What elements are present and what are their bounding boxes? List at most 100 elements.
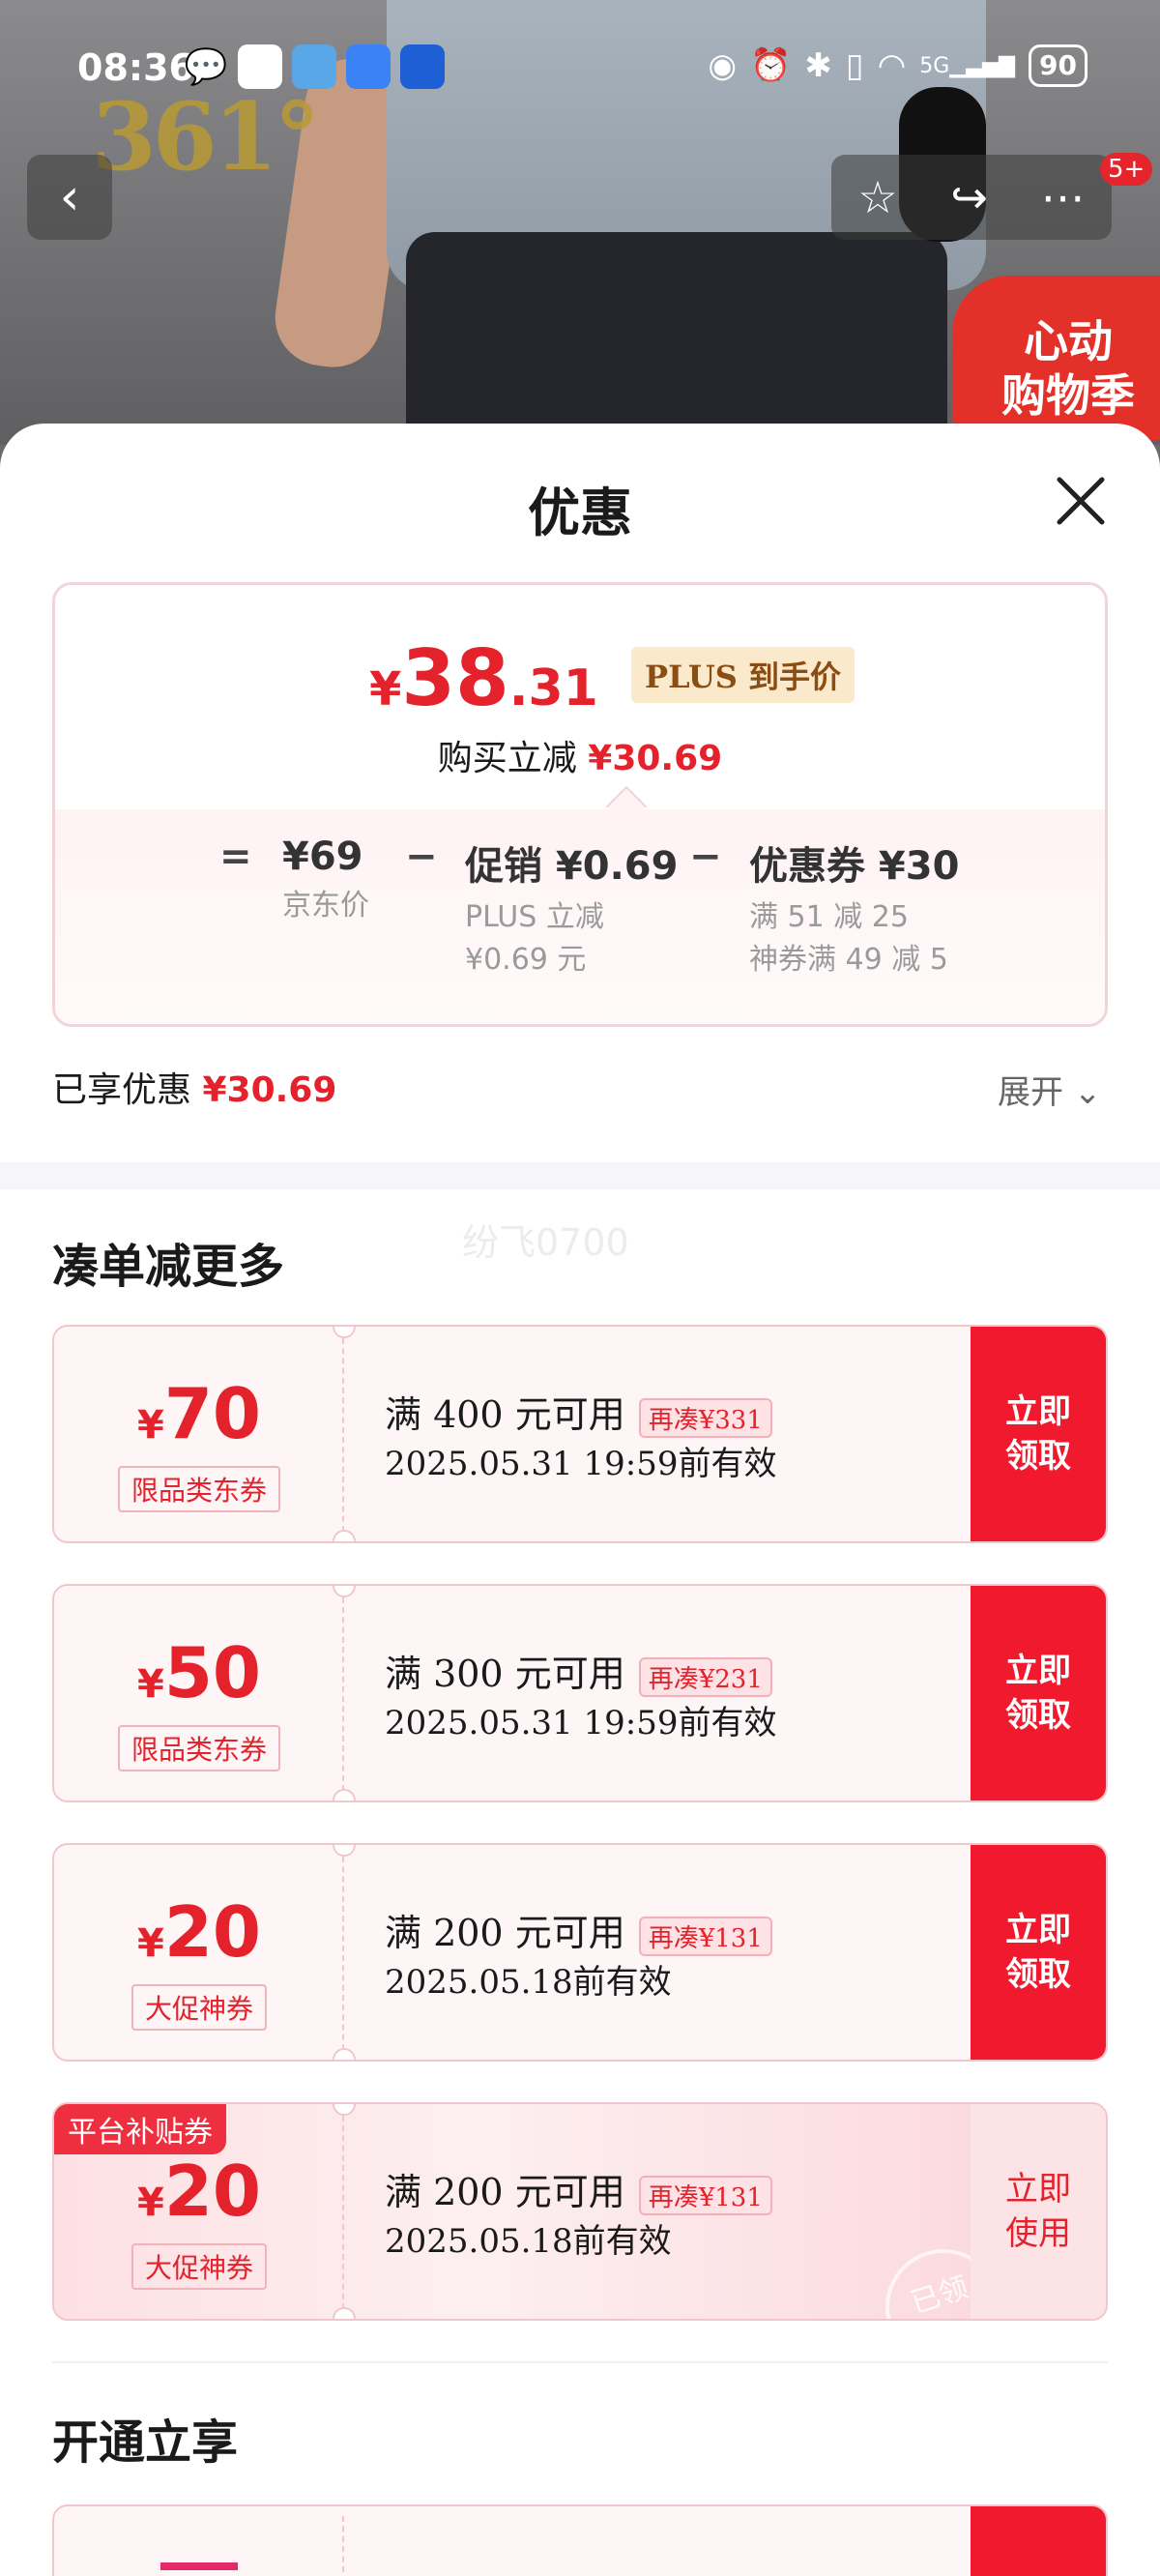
coupon-notch	[333, 2048, 356, 2060]
minus-sign: −	[405, 834, 438, 879]
enjoyed-label: 已享优惠	[52, 1070, 192, 1110]
reduce-label: 购买立减	[437, 739, 577, 778]
claim-button[interactable]: 立即 领取	[971, 1845, 1106, 2060]
coupon-validity: 2025.05.18前有效	[385, 2222, 672, 2261]
coupon-card: ¥20 大促神券 满 200 元可用 再凑¥131 2025.05.18前有效 立…	[52, 1843, 1108, 2062]
section-divider	[0, 1162, 1160, 1189]
claim-label: 立即 领取	[1005, 1652, 1071, 1735]
coupon-condition: 满 400 元可用 再凑¥331	[385, 1385, 772, 1438]
coupon-validity: 2025.05.31 19:59前有效	[385, 1445, 777, 1483]
claim-label: 立即 领取	[1005, 1392, 1071, 1476]
enjoyed-value: ¥30.69	[202, 1070, 337, 1110]
coupon-amount-area: ¥50 限品类东券	[54, 1586, 344, 1800]
share-icon[interactable]: ↪	[950, 171, 988, 223]
coupon-amount-value: 70	[163, 1373, 262, 1454]
promo-sub1: PLUS 立减	[465, 900, 604, 934]
coupon-amount-value: 20	[163, 2151, 262, 2232]
coupon-condition: 满 300 元可用 再凑¥231	[385, 1644, 772, 1697]
brand-logo: 361°	[92, 82, 320, 191]
coupon-notch	[333, 1789, 356, 1800]
coupon-sub2: 神券满 49 减 5	[749, 943, 948, 977]
coupon-amount-area: ¥20 大促神券	[54, 2104, 344, 2319]
price-integer: 38	[401, 633, 509, 723]
bluetooth-icon: ✱	[804, 46, 832, 85]
promo-badge: 心动 购物季	[952, 276, 1160, 440]
coupon-notch	[333, 1530, 356, 1541]
price-summary-card: ¥38.31 PLUS 到手价 购买立减 ¥30.69 = ¥69 京东价 − …	[52, 582, 1108, 1027]
section-separator	[52, 2361, 1108, 2363]
coupon-amount: ¥70	[136, 1373, 262, 1454]
status-time: 08:36	[77, 46, 194, 89]
instant-reduction: 购买立减 ¥30.69	[55, 730, 1105, 780]
coupon-separator	[342, 2116, 344, 2309]
coupon-value: 优惠券 ¥30	[749, 844, 960, 889]
coupon-gap-tag: 再凑¥331	[638, 1398, 772, 1438]
alarm-icon: ⏰	[750, 46, 792, 85]
section-title-open: 开通立享	[52, 2415, 239, 2470]
network-type: 5G	[919, 53, 950, 78]
wifi-icon: ◠	[877, 46, 907, 85]
coupon-gap-tag: 再凑¥131	[638, 1917, 772, 1956]
coupon-amount: ¥20	[136, 2151, 262, 2232]
back-button[interactable]: ‹	[27, 155, 112, 240]
coupon-amount: ¥50	[136, 1632, 262, 1713]
promo-badge-line1: 心动	[1024, 315, 1113, 367]
coupon-condition: 满 200 元可用 再凑¥131	[385, 2162, 772, 2215]
system-icons: ◉ ⏰ ✱ ▯ ◠ 5G▁▃▅▇ 90	[708, 44, 1088, 87]
coupon-card-subsidy: 平台补贴券 ¥20 大促神券 满 200 元可用 再凑¥131 2025.05.1…	[52, 2102, 1108, 2321]
claim-button[interactable]: 立即 领取	[971, 1586, 1106, 1800]
sheet-title: 优惠	[528, 482, 632, 543]
expand-label: 展开	[998, 1073, 1063, 1112]
plus-price-tag: PLUS 到手价	[631, 647, 855, 703]
promo-value: 促销 ¥0.69	[465, 844, 679, 889]
claim-label: 立即 领取	[1005, 1911, 1071, 1994]
coupon-separator	[342, 1597, 344, 1791]
star-icon[interactable]: ☆	[857, 171, 897, 223]
status-bar: 08:36 💬 ◉ ⏰ ✱ ▯ ◠ 5G▁▃▅▇ 90	[0, 39, 1160, 97]
coupon-condition-text: 满 200 元可用	[385, 2171, 625, 2213]
signal-icon: 5G▁▃▅▇	[919, 53, 1016, 78]
price-currency: ¥	[369, 662, 402, 717]
coupon-separator	[342, 1857, 344, 2050]
promo-badge-line2: 购物季	[1001, 369, 1135, 422]
cart-count-badge: 5+	[1100, 153, 1153, 186]
promo-cell: 促销 ¥0.69 PLUS 立减 ¥0.69 元	[465, 834, 678, 981]
coupon-amount-area: ¥20 大促神券	[54, 1845, 344, 2060]
close-icon[interactable]	[1052, 472, 1110, 530]
app-icon	[238, 44, 282, 89]
open-button[interactable]	[971, 2506, 1106, 2576]
coupon-type: 限品类东券	[117, 1466, 281, 1512]
message-icon	[346, 44, 391, 89]
haier-app-icon	[400, 44, 445, 89]
section-title-more: 凑单减更多	[52, 1240, 285, 1294]
coupon-amount-value: 20	[163, 1891, 262, 1973]
coupon-gap-tag: 再凑¥131	[638, 2176, 772, 2215]
claim-button[interactable]: 立即 领取	[971, 1327, 1106, 1541]
coupon-cell: 优惠券 ¥30 满 51 减 25 神券满 49 减 5	[749, 834, 959, 981]
jd-price-cell: ¥69 京东价	[282, 834, 369, 927]
vibrate-icon: ▯	[845, 46, 864, 85]
more-icon[interactable]: ⋯	[1041, 171, 1086, 223]
coupon-gap-tag: 再凑¥231	[638, 1657, 772, 1697]
notification-icons: 💬	[184, 44, 445, 89]
expand-button[interactable]: 展开 ⌄	[998, 1066, 1101, 1113]
coupon-separator	[342, 1338, 344, 1532]
coupon-card: ¥70 限品类东券 满 400 元可用 再凑¥331 2025.05.31 19:…	[52, 1325, 1108, 1543]
coupon-amount-value: 50	[163, 1632, 262, 1713]
coupon-validity: 2025.05.31 19:59前有效	[385, 1704, 777, 1742]
wechat-icon: 💬	[184, 47, 228, 87]
equals-sign: =	[219, 834, 252, 879]
coupon-type: 限品类东券	[117, 1725, 281, 1771]
membership-card	[52, 2504, 1108, 2576]
weather-icon	[292, 44, 336, 89]
price-breakdown: = ¥69 京东价 − 促销 ¥0.69 PLUS 立减 ¥0.69 元 − 优…	[55, 809, 1105, 1024]
coupon-condition-text: 满 300 元可用	[385, 1653, 625, 1695]
use-label: 立即 使用	[1005, 2170, 1071, 2253]
discount-sheet: 优惠 ¥38.31 PLUS 到手价 购买立减 ¥30.69 = ¥69 京东价…	[0, 424, 1160, 2576]
watermark: 纷飞0700	[462, 1221, 629, 1264]
enjoyed-discount: 已享优惠 ¥30.69	[52, 1062, 336, 1112]
use-button[interactable]: 立即 使用	[971, 2104, 1106, 2319]
promo-sub2: ¥0.69 元	[465, 943, 587, 977]
eye-icon: ◉	[708, 46, 738, 85]
coupon-amount-area: ¥70 限品类东券	[54, 1327, 344, 1541]
